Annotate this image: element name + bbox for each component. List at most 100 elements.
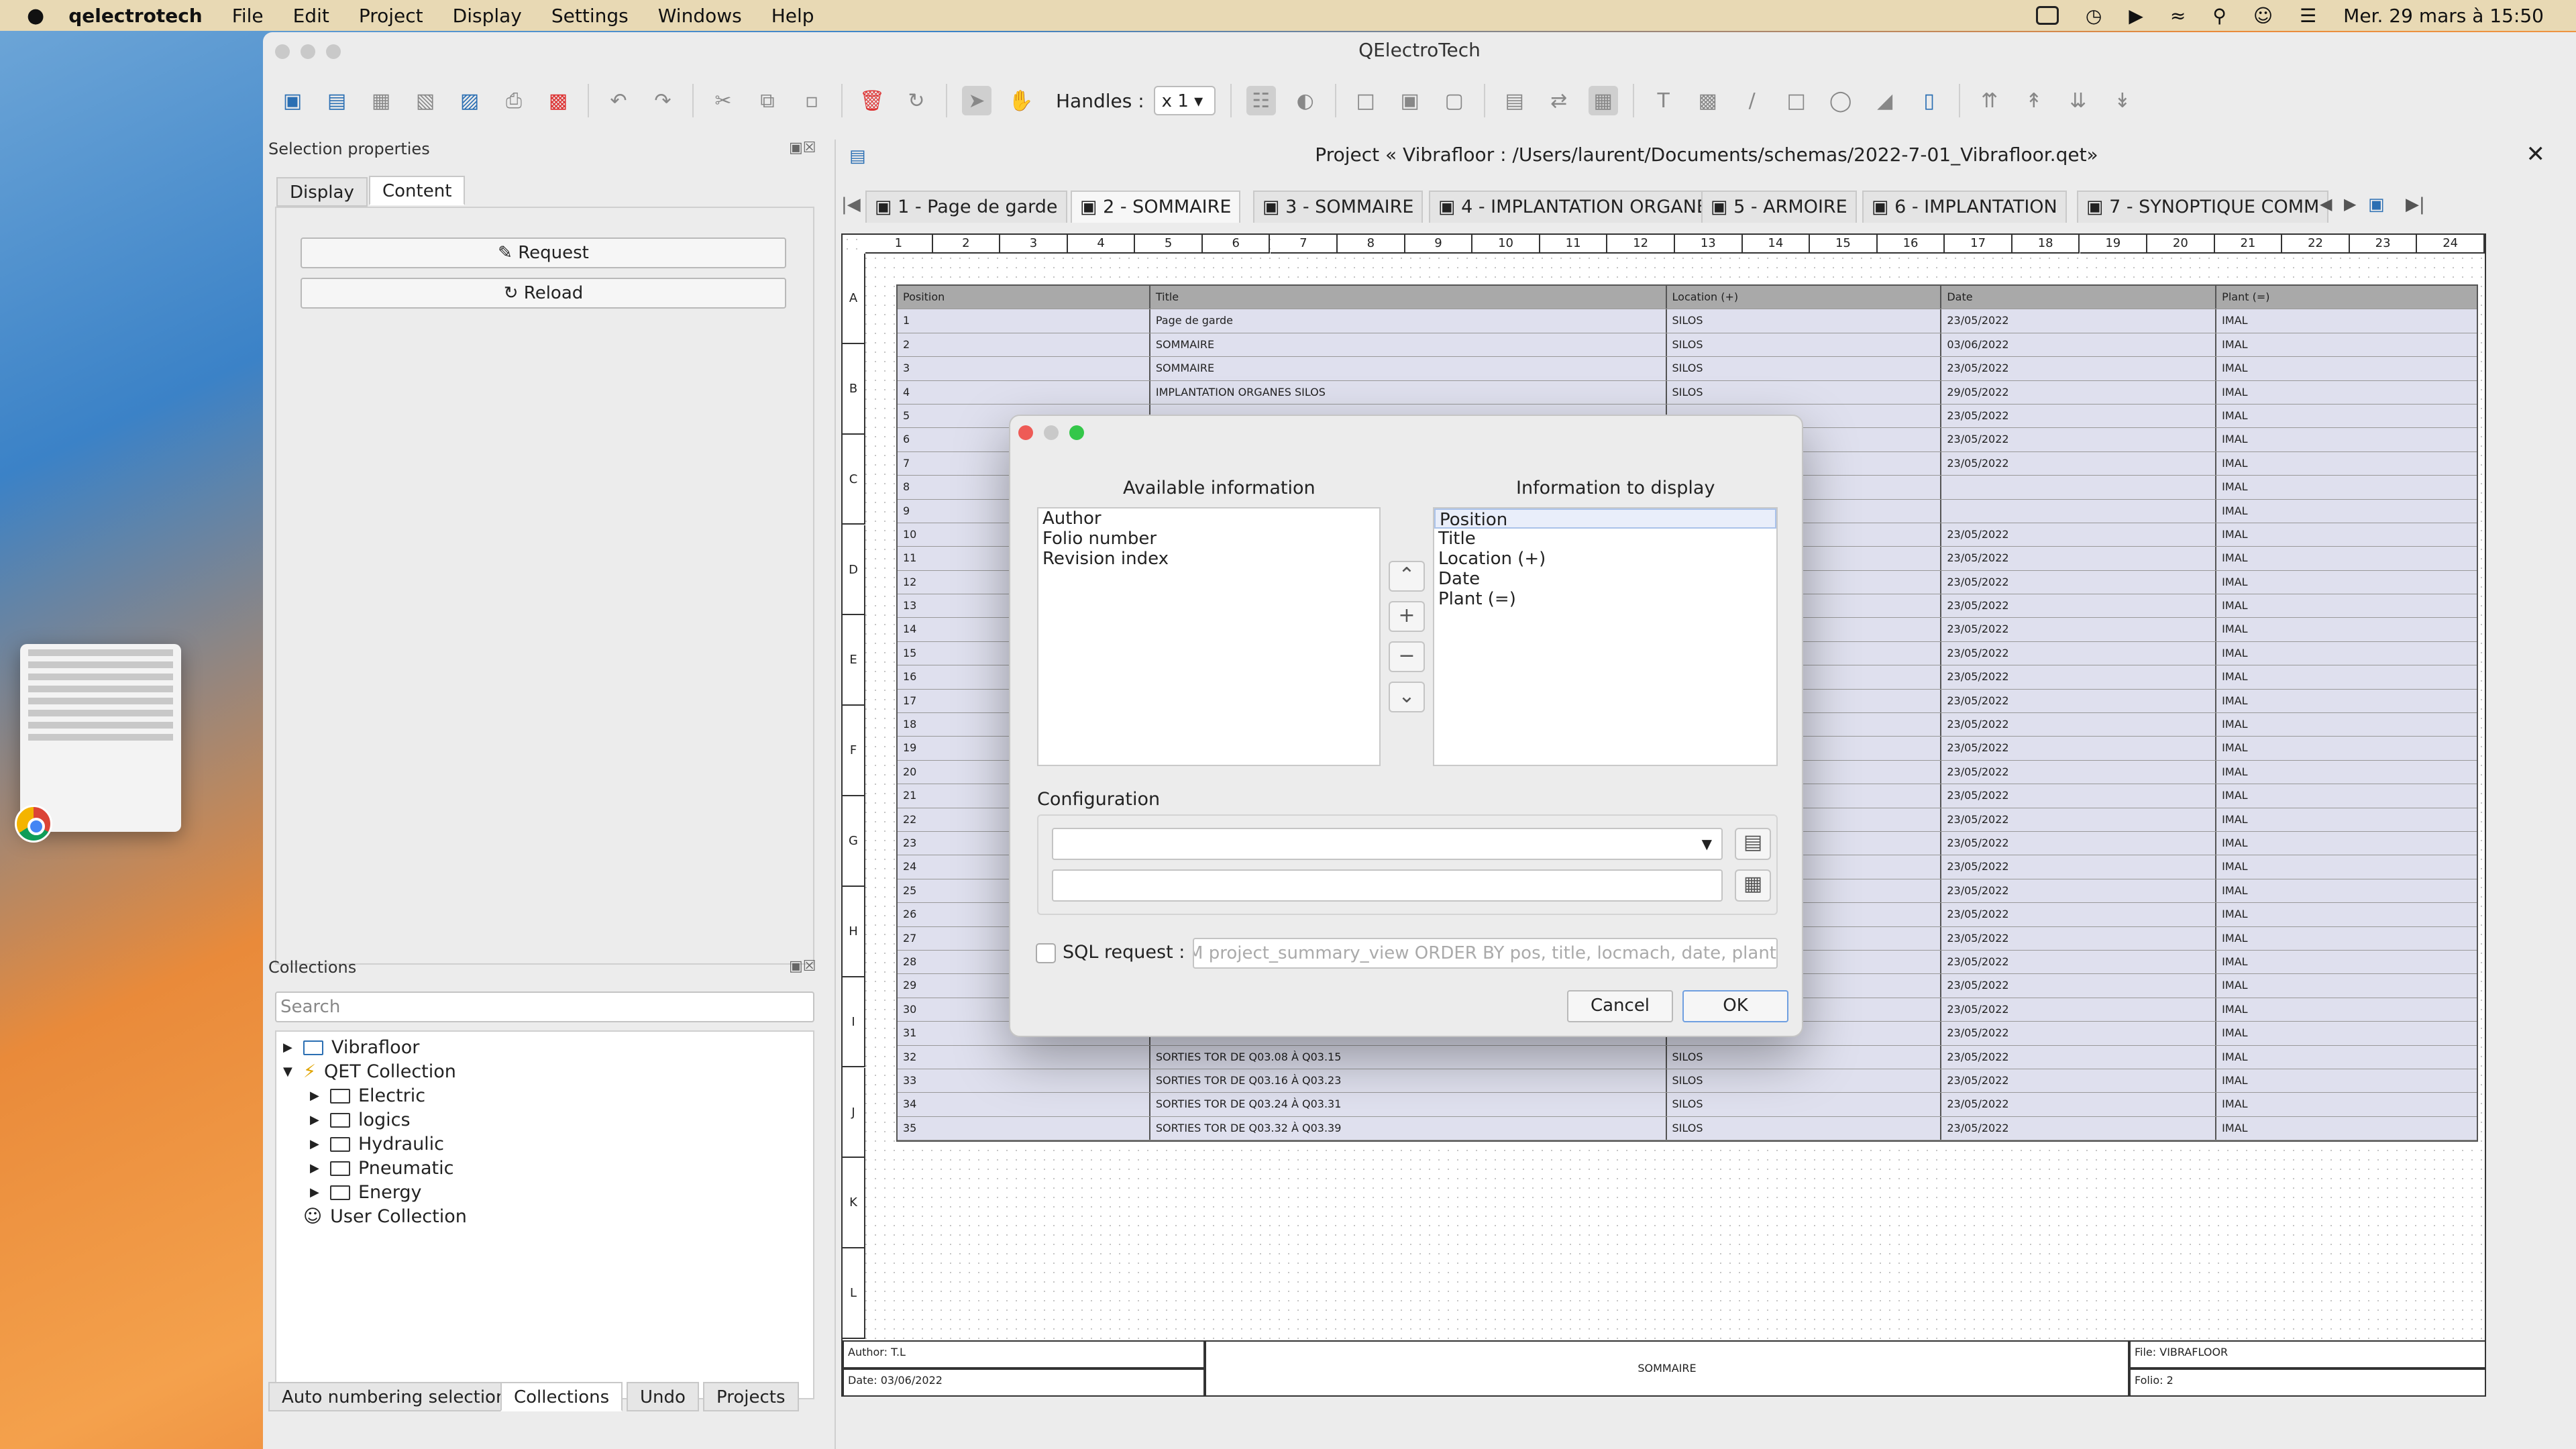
text-icon[interactable]: T [1649,86,1678,115]
expand-arrow-icon[interactable]: ▶ [310,1132,322,1157]
hand-pan-icon[interactable]: ✋ [1006,86,1036,115]
rotate-icon[interactable]: ↻ [902,86,931,115]
tab-page-5[interactable]: ▣ 5 - ARMOIRE [1701,191,1857,223]
conductor-icon[interactable]: ⇄ [1544,86,1574,115]
close-project-icon[interactable]: ✕ [2526,141,2546,168]
terminal-strip-icon[interactable]: ▯ [1915,86,1944,115]
expand-arrow-icon[interactable]: ▶ [283,1036,295,1060]
tree-item-user-collection[interactable]: ☺ User Collection [303,1205,467,1229]
bring-front-icon[interactable]: ↟ [2019,86,2049,115]
background-icon[interactable]: ◐ [1291,86,1320,115]
send-back-icon[interactable]: ↡ [2108,86,2137,115]
redo-icon[interactable]: ↷ [648,86,678,115]
apple-icon[interactable]: ● [27,4,44,28]
export-icon[interactable]: ▨ [455,86,484,115]
collections-search-input[interactable]: Search [275,991,814,1022]
summary-table-icon[interactable]: ▦ [1588,86,1618,115]
new-folio-icon[interactable]: ▣ [2368,195,2385,215]
menu-edit[interactable]: Edit [293,5,329,27]
menu-project[interactable]: Project [359,5,423,27]
app-menu[interactable]: qelectrotech [68,5,203,27]
tab-content[interactable]: Content [369,176,466,205]
list-item[interactable]: Position [1434,508,1776,530]
ellipse-icon[interactable]: ◯ [1826,86,1856,115]
dock-float-close-icon[interactable]: ▣☒ [789,140,816,156]
tab-page-1[interactable]: ▣ 1 - Page de garde [865,191,1067,223]
move-up-button[interactable]: ⌃ [1389,561,1425,592]
raise-icon[interactable]: ⇈ [1975,86,2004,115]
tree-item-hydraulic[interactable]: ▶ Hydraulic [310,1132,444,1157]
user-icon[interactable]: ☺ [2253,5,2273,27]
table-row[interactable]: 35 SORTIES TOR DE Q03.32 À Q03.39 SILOS 23/… [898,1116,2477,1141]
available-info-list[interactable]: Author Folio number Revision index [1037,507,1381,766]
rectangle-icon[interactable]: □ [1782,86,1811,115]
reload-button[interactable]: ↻ Reload [301,278,786,309]
image-icon[interactable]: ▩ [1693,86,1723,115]
menubar-clock[interactable]: Mer. 29 mars à 15:50 [2343,5,2544,27]
cancel-button[interactable]: Cancel [1567,990,1673,1022]
open-project-icon[interactable]: ▤ [322,86,352,115]
remove-button[interactable]: − [1389,641,1425,672]
cut-icon[interactable]: ✂ [708,86,738,115]
undo-icon[interactable]: ↶ [604,86,633,115]
window-thumbnail[interactable] [20,644,181,832]
chrome-icon[interactable] [15,805,52,843]
first-tab-icon[interactable]: |◀ [841,195,861,215]
expand-arrow-icon[interactable]: ▶ [310,1181,322,1205]
table-row[interactable]: 34 SORTIES TOR DE Q03.24 À Q03.31 SILOS 23/… [898,1093,2477,1117]
menu-windows[interactable]: Windows [658,5,742,27]
list-item[interactable]: Author [1038,508,1379,529]
configuration-select[interactable]: ▼ [1052,828,1723,860]
config-name-input[interactable] [1052,869,1723,902]
zoom-window-button[interactable] [326,44,341,59]
expand-arrow-icon[interactable]: ▶ [310,1084,322,1108]
control-center-icon[interactable]: ☰ [2300,5,2316,27]
print-icon[interactable]: ⎙ [499,86,529,115]
dock-float-close-icon[interactable]: ▣☒ [789,958,816,975]
spotlight-search-icon[interactable]: ⚲ [2212,5,2226,27]
open-config-button[interactable]: ▤ [1735,828,1771,860]
new-project-icon[interactable]: ▣ [278,86,307,115]
menu-file[interactable]: File [232,5,264,27]
select-pointer-icon[interactable]: ➤ [962,86,991,115]
handles-select[interactable]: x 1 ▾ [1153,86,1216,115]
dialog-minimize-button[interactable] [1044,425,1059,440]
tab-page-7[interactable]: ▣ 7 - SYNOPTIQUE COMM [2077,191,2329,223]
menu-help[interactable]: Help [771,5,814,27]
delete-icon[interactable]: 🗑 [857,86,887,115]
tab-page-3[interactable]: ▣ 3 - SOMMAIRE [1253,191,1424,223]
scroll-tabs-left-icon[interactable]: ◀ [2320,195,2332,213]
collapse-arrow-icon[interactable]: ▼ [283,1060,295,1084]
close-project-icon[interactable]: ▩ [543,86,573,115]
grid-icon[interactable]: ☷ [1246,86,1276,115]
paste-icon[interactable]: ▫ [797,86,826,115]
tree-item-qet-collection[interactable]: ▼ ⚡ QET Collection [283,1060,456,1084]
expand-arrow-icon[interactable]: ▶ [310,1108,322,1132]
wifi-off-icon[interactable]: ≈ [2170,5,2186,27]
table-row[interactable]: 2 SOMMAIRE SILOS 03/06/2022 IMAL [898,333,2477,358]
expand-arrow-icon[interactable]: ▶ [310,1157,322,1181]
list-item[interactable]: Location (+) [1434,549,1776,569]
play-icon[interactable]: ▶ [2129,5,2143,27]
sql-request-input[interactable]: FROM project_summary_view ORDER BY pos, … [1193,938,1778,969]
last-tab-icon[interactable]: ▶| [2406,195,2425,215]
flag-icon[interactable] [2035,6,2059,25]
close-window-button[interactable] [275,44,290,59]
scroll-tabs-right-icon[interactable]: ▶ [2344,195,2356,213]
table-row[interactable]: 32 SORTIES TOR DE Q03.08 À Q03.15 SILOS 23/… [898,1045,2477,1069]
tab-collections[interactable]: Collections [500,1382,623,1411]
add-button[interactable]: + [1389,601,1425,632]
tree-item-vibrafloor[interactable]: ▶ Vibrafloor [283,1036,419,1060]
minimize-window-button[interactable] [301,44,315,59]
menu-settings[interactable]: Settings [551,5,629,27]
lower-icon[interactable]: ⇊ [2063,86,2093,115]
dialog-zoom-button[interactable] [1069,425,1084,440]
time-machine-icon[interactable]: ◷ [2086,5,2102,27]
menu-display[interactable]: Display [453,5,522,27]
table-row[interactable]: 1 Page de garde SILOS 23/05/2022 IMAL [898,309,2477,333]
zoom-content-icon[interactable]: ▣ [1395,86,1425,115]
list-item[interactable]: Title [1434,529,1776,549]
properties-icon[interactable]: ▤ [1500,86,1529,115]
list-item[interactable]: Date [1434,569,1776,589]
copy-icon[interactable]: ⧉ [753,86,782,115]
